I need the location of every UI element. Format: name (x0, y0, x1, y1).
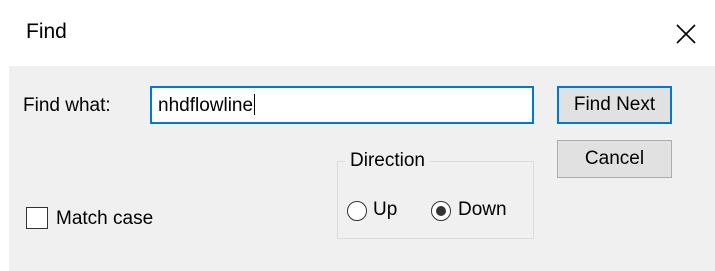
window-edge (0, 66, 9, 271)
direction-up-radio[interactable] (347, 201, 367, 221)
find-next-button[interactable]: Find Next (557, 86, 672, 124)
close-icon (676, 24, 696, 44)
cancel-button[interactable]: Cancel (557, 140, 672, 178)
text-caret (254, 94, 256, 115)
find-next-label: Find Next (573, 94, 656, 115)
match-case-checkbox[interactable] (26, 207, 48, 229)
direction-group-label: Direction (345, 150, 430, 172)
find-what-input[interactable]: nhdflowline (150, 86, 534, 124)
find-what-value: nhdflowline (158, 95, 254, 116)
dialog-title: Find (26, 20, 67, 43)
direction-up-label[interactable]: Up (373, 199, 397, 221)
direction-down-radio[interactable] (431, 201, 451, 221)
close-button[interactable] (666, 14, 706, 54)
match-case-label[interactable]: Match case (56, 208, 153, 230)
direction-down-label[interactable]: Down (458, 199, 507, 221)
cancel-label: Cancel (584, 148, 645, 169)
title-bar: Find (0, 0, 715, 66)
find-dialog: Find Find what: nhdflowline Find Next Ca… (0, 0, 715, 271)
find-what-label: Find what: (23, 95, 111, 116)
